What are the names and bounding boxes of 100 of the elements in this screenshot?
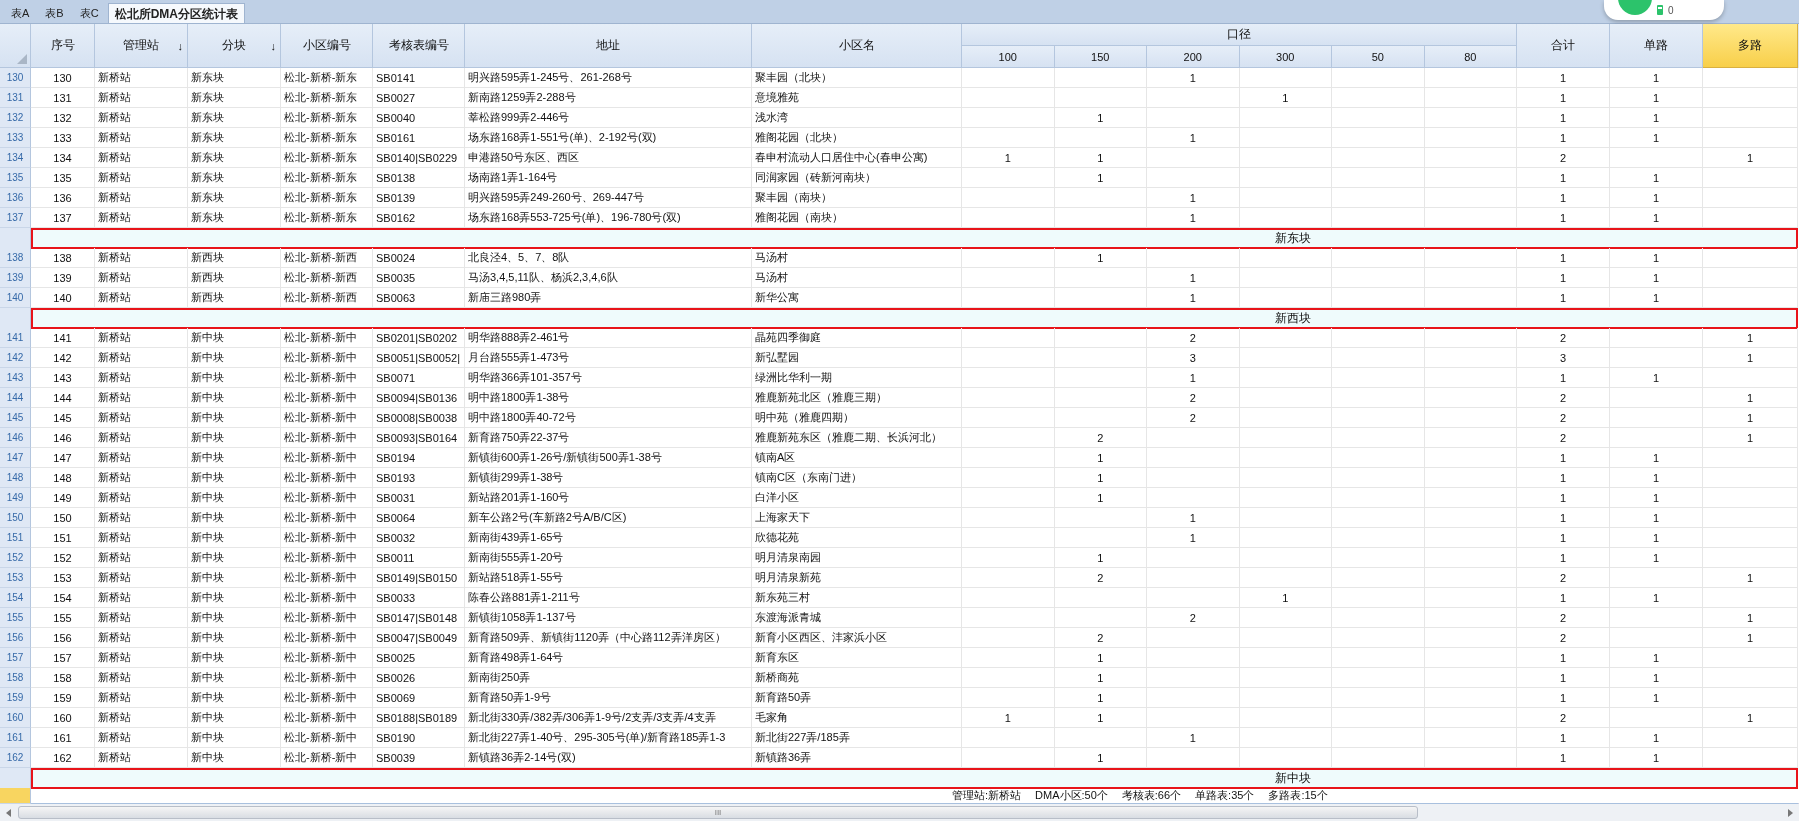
row-header[interactable]: [0, 768, 31, 789]
row-header[interactable]: 160: [0, 708, 31, 728]
table-cell: 新桥站: [95, 408, 188, 428]
row-header[interactable]: 144: [0, 388, 31, 408]
row-header[interactable]: 136: [0, 188, 31, 208]
table-cell: SB0149|SB0150: [373, 568, 465, 588]
column-header[interactable]: 150: [1054, 46, 1147, 68]
row-header[interactable]: 143: [0, 368, 31, 388]
column-header[interactable]: 100: [962, 46, 1055, 68]
row-header[interactable]: 150: [0, 508, 31, 528]
column-header[interactable]: 序号: [31, 24, 95, 68]
row-header[interactable]: 147: [0, 448, 31, 468]
header-label: 分块: [222, 37, 246, 54]
table-cell: 新中块: [188, 568, 281, 588]
row-header[interactable]: 131: [0, 88, 31, 108]
table-cell: 146: [31, 428, 95, 448]
table-cell: 1: [1517, 548, 1610, 568]
row-header[interactable]: 140: [0, 288, 31, 308]
row-header[interactable]: 146: [0, 428, 31, 448]
table-cell: SB0064: [373, 508, 465, 528]
scrollbar-thumb[interactable]: III: [18, 806, 1418, 819]
table-cell: 1: [1703, 608, 1798, 628]
table-cell: 新育路50弄: [752, 688, 962, 708]
column-header[interactable]: 小区编号: [281, 24, 373, 68]
table-cell: 新桥站: [95, 368, 188, 388]
table-cell: 1: [1610, 468, 1703, 488]
column-header[interactable]: 50: [1332, 46, 1425, 68]
sheet-tab[interactable]: 表B: [38, 3, 71, 23]
table-cell: 160: [31, 708, 95, 728]
sheet-tab[interactable]: 松北所DMA分区统计表: [107, 3, 245, 23]
column-header[interactable]: 多路: [1703, 24, 1798, 68]
column-header[interactable]: 分块 ↓: [188, 24, 281, 68]
column-header[interactable]: 200: [1147, 46, 1240, 68]
row-header[interactable]: 157: [0, 648, 31, 668]
column-header[interactable]: 300: [1239, 46, 1332, 68]
table-cell: 144: [31, 388, 95, 408]
row-header[interactable]: 130: [0, 68, 31, 88]
table-cell: 1: [1517, 168, 1610, 188]
row-header[interactable]: 152: [0, 548, 31, 568]
row-header[interactable]: 162: [0, 748, 31, 768]
sort-indicator[interactable]: ↓: [177, 39, 183, 52]
table-cell: 145: [31, 408, 95, 428]
table-cell: 新中块: [188, 708, 281, 728]
row-header[interactable]: 139: [0, 268, 31, 288]
table-cell: 马汤村: [752, 248, 962, 268]
table-cell: SB0069: [373, 688, 465, 708]
row-header[interactable]: 148: [0, 468, 31, 488]
column-header[interactable]: 合计: [1517, 24, 1610, 68]
table-cell: 新西块: [188, 248, 281, 268]
column-header[interactable]: 地址: [465, 24, 752, 68]
table-cell: 松北-新桥-新中: [281, 448, 373, 468]
row-header[interactable]: 132: [0, 108, 31, 128]
row-header[interactable]: 138: [0, 248, 31, 268]
table-cell: 1: [1239, 88, 1332, 108]
table-cell: 新中块: [188, 668, 281, 688]
row-header[interactable]: 156: [0, 628, 31, 648]
row-header[interactable]: 133: [0, 128, 31, 148]
column-header[interactable]: 小区名: [752, 24, 962, 68]
table-cell: 明中苑（雅鹿四期）: [752, 408, 962, 428]
row-header[interactable]: [0, 228, 31, 249]
floating-widget[interactable]: 0: [1604, 0, 1724, 20]
table-cell: SB0094|SB0136: [373, 388, 465, 408]
row-header[interactable]: 142: [0, 348, 31, 368]
column-header[interactable]: 考核表编号: [373, 24, 465, 68]
sheet-tab[interactable]: 表C: [72, 3, 106, 23]
row-header[interactable]: 158: [0, 668, 31, 688]
row-header[interactable]: 145: [0, 408, 31, 428]
table-cell: 1: [1703, 428, 1798, 448]
row-header[interactable]: [0, 308, 31, 329]
sort-indicator[interactable]: ↓: [270, 39, 276, 52]
column-header[interactable]: 单路: [1610, 24, 1703, 68]
table-cell: 新镇街299弄1-38号: [465, 468, 752, 488]
row-header[interactable]: 137: [0, 208, 31, 228]
table-cell: 新桥站: [95, 568, 188, 588]
table-cell: 1: [1147, 508, 1240, 528]
row-header[interactable]: 151: [0, 528, 31, 548]
row-header[interactable]: 153: [0, 568, 31, 588]
row-header[interactable]: 161: [0, 728, 31, 748]
table-cell: 马汤村: [752, 268, 962, 288]
table-cell: 陈春公路881弄1-211号: [465, 588, 752, 608]
sheet-tab[interactable]: 表A: [4, 3, 37, 23]
table-cell: 新东块: [188, 88, 281, 108]
column-header[interactable]: 管理站 ↓: [95, 24, 188, 68]
table-cell: 松北-新桥-新东: [281, 128, 373, 148]
table-cell: 3: [1147, 348, 1240, 368]
select-all-corner[interactable]: [0, 24, 31, 68]
row-header[interactable]: 154: [0, 588, 31, 608]
row-header[interactable]: 159: [0, 688, 31, 708]
table-cell: 132: [31, 108, 95, 128]
row-header[interactable]: 155: [0, 608, 31, 628]
column-header[interactable]: 80: [1424, 46, 1517, 68]
row-header[interactable]: 134: [0, 148, 31, 168]
table-cell: 1: [1517, 88, 1610, 108]
header-label: 地址: [596, 37, 620, 54]
row-header[interactable]: 135: [0, 168, 31, 188]
table-cell: 2: [1147, 328, 1240, 348]
row-header[interactable]: 141: [0, 328, 31, 348]
row-header[interactable]: 149: [0, 488, 31, 508]
table-cell: 松北-新桥-新中: [281, 408, 373, 428]
table-cell: SB0190: [373, 728, 465, 748]
